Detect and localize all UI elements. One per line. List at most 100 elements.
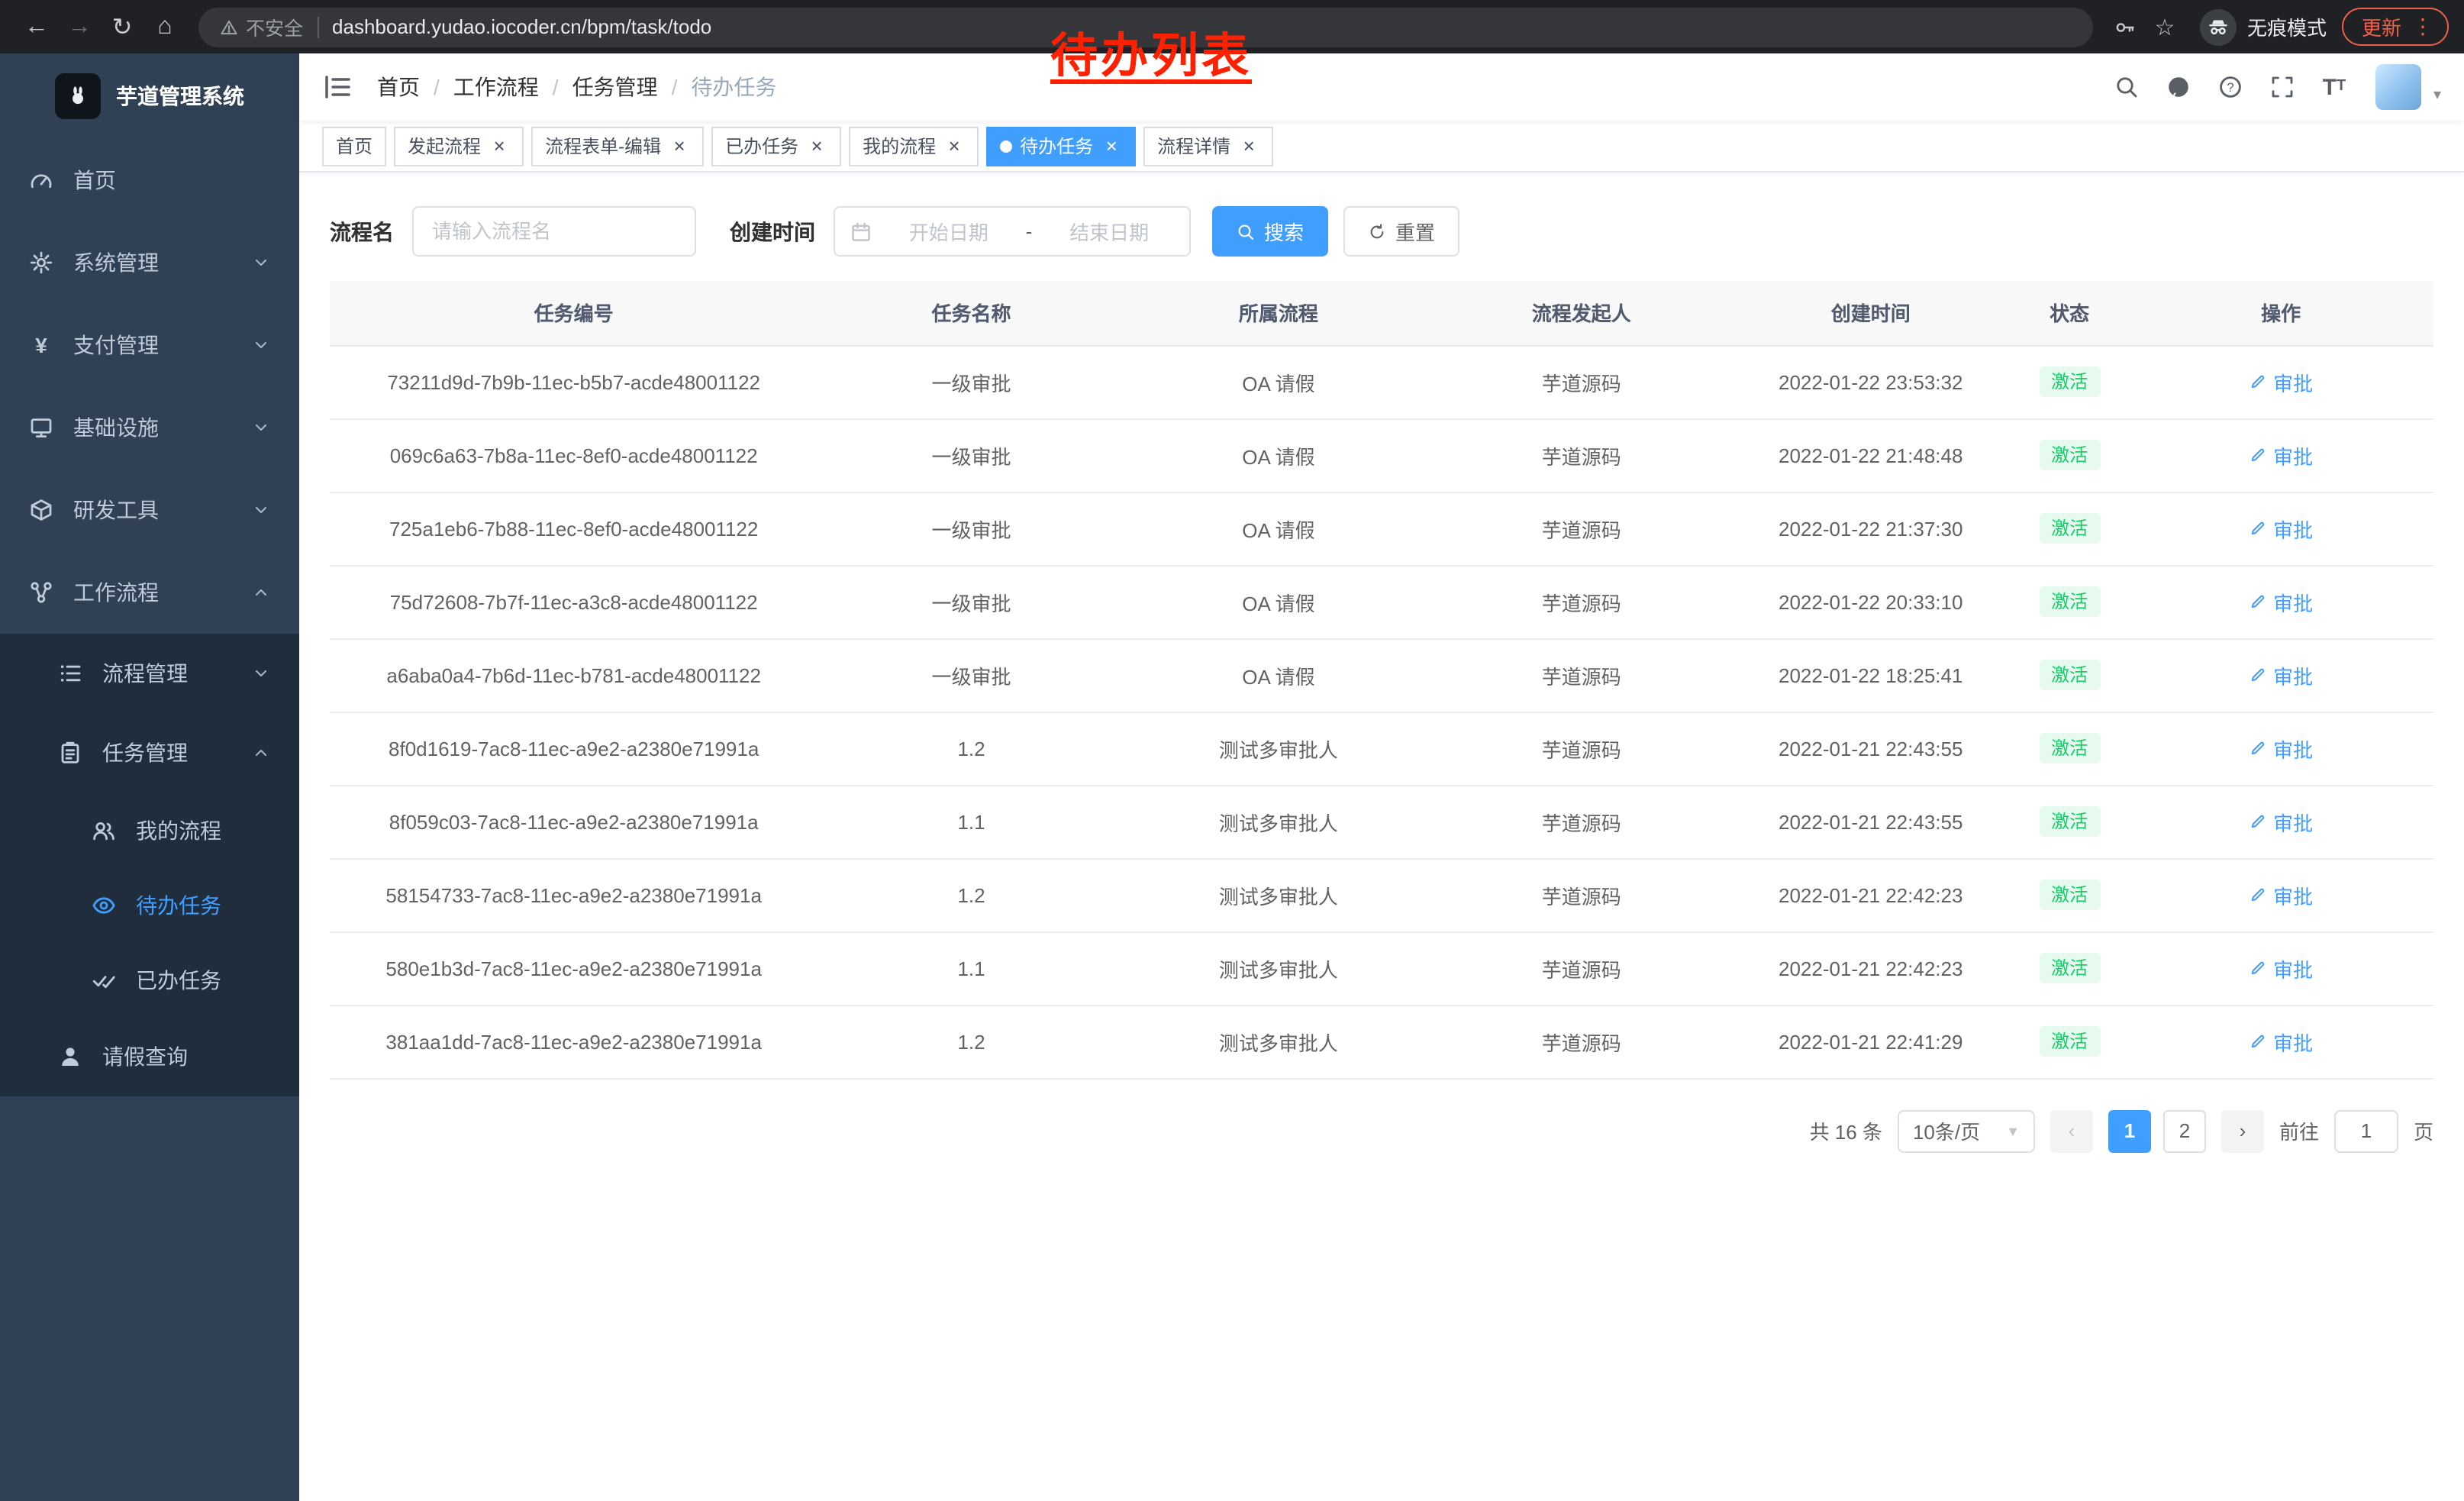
page-button-1[interactable]: 1 xyxy=(2108,1109,2151,1152)
reload-icon[interactable]: ↻ xyxy=(101,5,144,48)
cell-process: 测试多审批人 xyxy=(1125,712,1432,785)
start-date-placeholder[interactable]: 开始日期 xyxy=(884,217,1014,246)
cell-task-name: 1.1 xyxy=(818,785,1124,858)
sidebar-item-todo-tasks[interactable]: 待办任务 xyxy=(0,867,299,942)
table-row: 75d72608-7b7f-11ec-a3c8-acde48001122一级审批… xyxy=(330,565,2433,638)
sidebar-item-workflow[interactable]: 工作流程 xyxy=(0,551,299,634)
reset-button[interactable]: 重置 xyxy=(1343,206,1459,257)
app-title: 芋道管理系统 xyxy=(116,81,244,111)
approve-link[interactable]: 审批 xyxy=(2249,441,2313,470)
approve-link[interactable]: 审批 xyxy=(2249,734,2313,763)
tab-3[interactable]: 已办任务× xyxy=(711,126,841,166)
tab-6[interactable]: 流程详情× xyxy=(1143,126,1273,166)
approve-link[interactable]: 审批 xyxy=(2249,1027,2313,1056)
sidebar-item-leave-query[interactable]: 请假查询 xyxy=(0,1017,299,1096)
workflow-submenu: 流程管理 任务管理 我的流程 待办任务 xyxy=(0,634,299,1096)
navbar-tools: ? TT ▾ xyxy=(2107,64,2441,110)
fullscreen-icon[interactable] xyxy=(2262,67,2302,107)
tab-2[interactable]: 流程表单-编辑 × xyxy=(531,126,704,166)
tab-close-icon[interactable]: × xyxy=(806,135,827,157)
tab-4[interactable]: 我的流程× xyxy=(849,126,979,166)
process-name-label: 流程名 xyxy=(330,216,394,247)
tab-close-icon[interactable]: × xyxy=(669,135,690,157)
cell-process: OA 请假 xyxy=(1125,345,1432,418)
column-header: 操作 xyxy=(2128,281,2433,345)
breadcrumb-item[interactable]: 工作流程 xyxy=(453,72,539,102)
approve-link[interactable]: 审批 xyxy=(2249,954,2313,983)
cell-task-id: 580e1b3d-7ac8-11ec-a9e2-a2380e71991a xyxy=(330,931,818,1005)
help-icon[interactable]: ? xyxy=(2211,67,2250,107)
end-date-placeholder[interactable]: 结束日期 xyxy=(1044,217,1174,246)
key-icon[interactable] xyxy=(2105,7,2145,47)
tab-close-icon[interactable]: × xyxy=(943,135,965,157)
table-row: 381aa1dd-7ac8-11ec-a9e2-a2380e71991a1.2测… xyxy=(330,1005,2433,1078)
approve-link[interactable]: 审批 xyxy=(2249,807,2313,836)
approve-link[interactable]: 审批 xyxy=(2249,367,2313,396)
date-range-picker[interactable]: 开始日期 - 结束日期 xyxy=(834,206,1191,257)
tab-label: 首页 xyxy=(336,133,373,159)
sidebar-item-label: 工作流程 xyxy=(73,577,159,608)
forward-icon[interactable]: → xyxy=(58,5,101,48)
approve-link[interactable]: 审批 xyxy=(2249,587,2313,616)
status-badge: 激活 xyxy=(2039,586,2100,618)
sidebar-item-task-management[interactable]: 任务管理 xyxy=(0,713,299,792)
avatar[interactable] xyxy=(2375,64,2421,110)
page-size-select[interactable]: 10条/页 ▼ xyxy=(1898,1109,2035,1152)
tab-label: 流程表单-编辑 xyxy=(545,133,661,159)
cell-task-id: 8f059c03-7ac8-11ec-a9e2-a2380e71991a xyxy=(330,785,818,858)
sidebar-item-my-process[interactable]: 我的流程 xyxy=(0,792,299,867)
page-buttons: 12 xyxy=(2108,1109,2206,1152)
github-icon[interactable] xyxy=(2159,67,2198,107)
insecure-warning[interactable]: 不安全 xyxy=(220,12,303,41)
tab-5[interactable]: 待办任务× xyxy=(986,126,1136,166)
browser-menu-icon[interactable]: ⋮ xyxy=(2412,14,2433,40)
tab-close-icon[interactable]: × xyxy=(1238,135,1259,157)
sidebar-item-home[interactable]: 首页 xyxy=(0,139,299,221)
bookmark-star-icon[interactable]: ☆ xyxy=(2145,7,2185,47)
tab-1[interactable]: 发起流程× xyxy=(394,126,524,166)
sidebar-item-label: 支付管理 xyxy=(73,330,159,360)
sidebar-item-infrastructure[interactable]: 基础设施 xyxy=(0,386,299,469)
approve-link[interactable]: 审批 xyxy=(2249,514,2313,543)
sidebar-item-payment[interactable]: ¥ 支付管理 xyxy=(0,304,299,386)
prev-page-button[interactable]: ‹ xyxy=(2050,1109,2093,1152)
approve-link[interactable]: 审批 xyxy=(2249,660,2313,689)
tab-0[interactable]: 首页 xyxy=(322,126,386,166)
sidebar-toggle-icon[interactable] xyxy=(322,72,353,102)
status-badge: 激活 xyxy=(2039,660,2100,691)
sidebar-item-devtools[interactable]: 研发工具 xyxy=(0,469,299,551)
incognito-label: 无痕模式 xyxy=(2247,12,2327,41)
breadcrumb-item[interactable]: 首页 xyxy=(377,72,420,102)
cell-task-name: 1.2 xyxy=(818,1005,1124,1078)
avatar-caret-icon[interactable]: ▾ xyxy=(2433,87,2441,104)
pagination: 共 16 条 10条/页 ▼ ‹ 12 › 前往 页 xyxy=(330,1109,2433,1152)
page-button-2[interactable]: 2 xyxy=(2163,1109,2206,1152)
sidebar-item-process-management[interactable]: 流程管理 xyxy=(0,634,299,713)
cell-process: 测试多审批人 xyxy=(1125,931,1432,1005)
cell-action: 审批 xyxy=(2128,931,2433,1005)
status-badge: 激活 xyxy=(2039,513,2100,544)
search-icon xyxy=(1237,222,1255,240)
tab-close-icon[interactable]: × xyxy=(1101,135,1122,157)
process-name-input[interactable] xyxy=(412,206,696,257)
sidebar-item-system[interactable]: 系统管理 xyxy=(0,221,299,304)
approve-link[interactable]: 审批 xyxy=(2249,880,2313,909)
breadcrumb-item[interactable]: 任务管理 xyxy=(572,72,658,102)
next-page-button[interactable]: › xyxy=(2221,1109,2264,1152)
tab-close-icon[interactable]: × xyxy=(489,135,510,157)
url-text: dashboard.yudao.iocoder.cn/bpm/task/todo xyxy=(332,15,711,38)
cell-task-id: 8f0d1619-7ac8-11ec-a9e2-a2380e71991a xyxy=(330,712,818,785)
incognito-indicator: 无痕模式 xyxy=(2200,8,2327,45)
home-icon[interactable]: ⌂ xyxy=(144,5,186,48)
font-size-icon[interactable]: TT xyxy=(2314,67,2354,107)
search-button[interactable]: 搜索 xyxy=(1212,206,1328,257)
sidebar-item-done-tasks[interactable]: 已办任务 xyxy=(0,942,299,1017)
back-icon[interactable]: ← xyxy=(15,5,58,48)
column-header: 所属流程 xyxy=(1125,281,1432,345)
table-row: 58154733-7ac8-11ec-a9e2-a2380e71991a1.2测… xyxy=(330,858,2433,931)
search-icon[interactable] xyxy=(2107,67,2146,107)
cell-initiator: 芋道源码 xyxy=(1432,931,1730,1005)
goto-page-input[interactable] xyxy=(2334,1109,2398,1152)
app-logo[interactable]: 芋道管理系统 xyxy=(0,53,299,139)
update-button[interactable]: 更新 ⋮ xyxy=(2342,8,2449,46)
